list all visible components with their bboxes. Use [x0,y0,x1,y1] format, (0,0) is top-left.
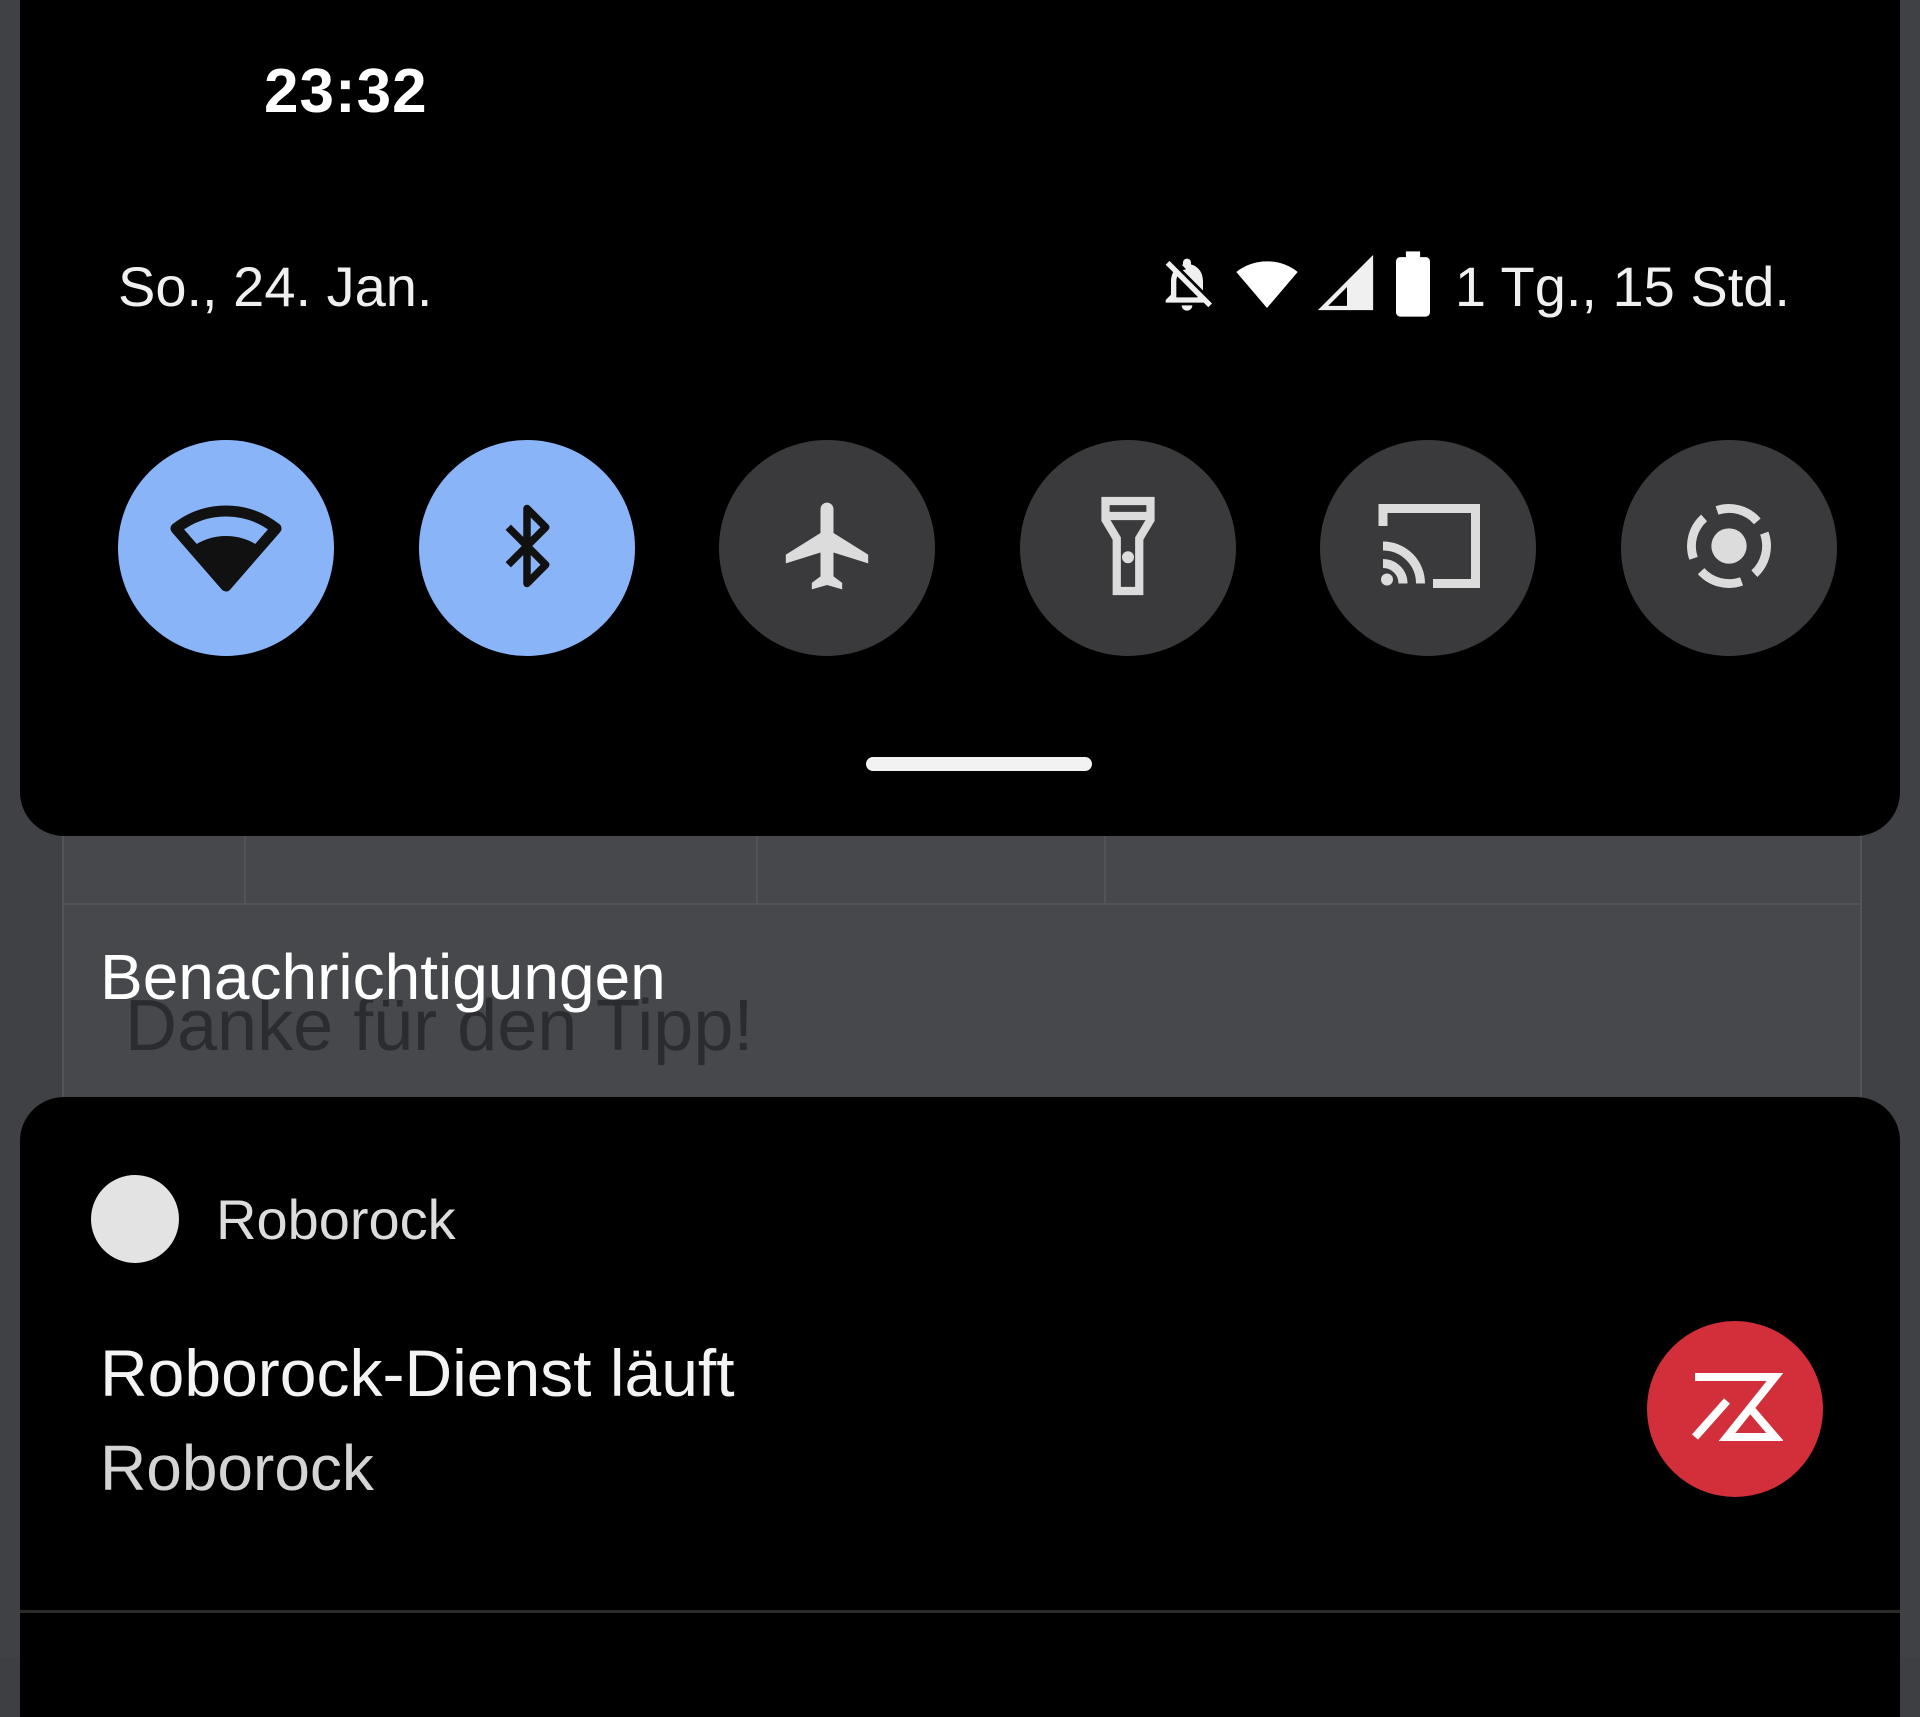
cellular-signal-icon [1315,252,1379,321]
tile-airplane-mode[interactable] [719,440,935,656]
notifications-header: Benachrichtigungen [100,941,666,1013]
cast-icon [1368,496,1488,601]
app-icon [91,1175,179,1263]
airplane-mode-icon [775,494,879,603]
notifications-off-icon [1155,252,1219,321]
tile-screen-record[interactable] [1621,440,1837,656]
quick-settings-panel: 23:32 So., 24. Jan. 1 Tg., 15 Std. [20,0,1900,836]
tile-bluetooth[interactable] [419,440,635,656]
bluetooth-icon [482,496,572,601]
status-icons: 1 Tg., 15 Std. [1155,250,1790,322]
wifi-icon [166,496,286,601]
quick-settings-tiles [118,440,1838,656]
notification-title: Roborock-Dienst läuft [100,1336,735,1410]
drag-handle[interactable] [866,757,1092,771]
status-clock: 23:32 [264,57,428,126]
screen-record-icon [1676,493,1782,604]
notification-divider [20,1610,1900,1613]
wifi-icon [1231,252,1303,321]
notification-card[interactable]: Roborock Roborock-Dienst läuft Roborock [20,1097,1900,1717]
battery-time-remaining: 1 Tg., 15 Std. [1454,254,1790,318]
background-divider [62,903,1862,905]
notification-app-name: Roborock [216,1188,456,1251]
tile-flashlight[interactable] [1020,440,1236,656]
status-date[interactable]: So., 24. Jan. [118,254,432,319]
notification-text: Roborock [100,1432,374,1504]
roborock-logo-icon [1647,1321,1823,1497]
tile-wifi[interactable] [118,440,334,656]
tile-cast[interactable] [1320,440,1536,656]
flashlight-icon [1083,491,1173,606]
battery-icon [1391,250,1435,323]
